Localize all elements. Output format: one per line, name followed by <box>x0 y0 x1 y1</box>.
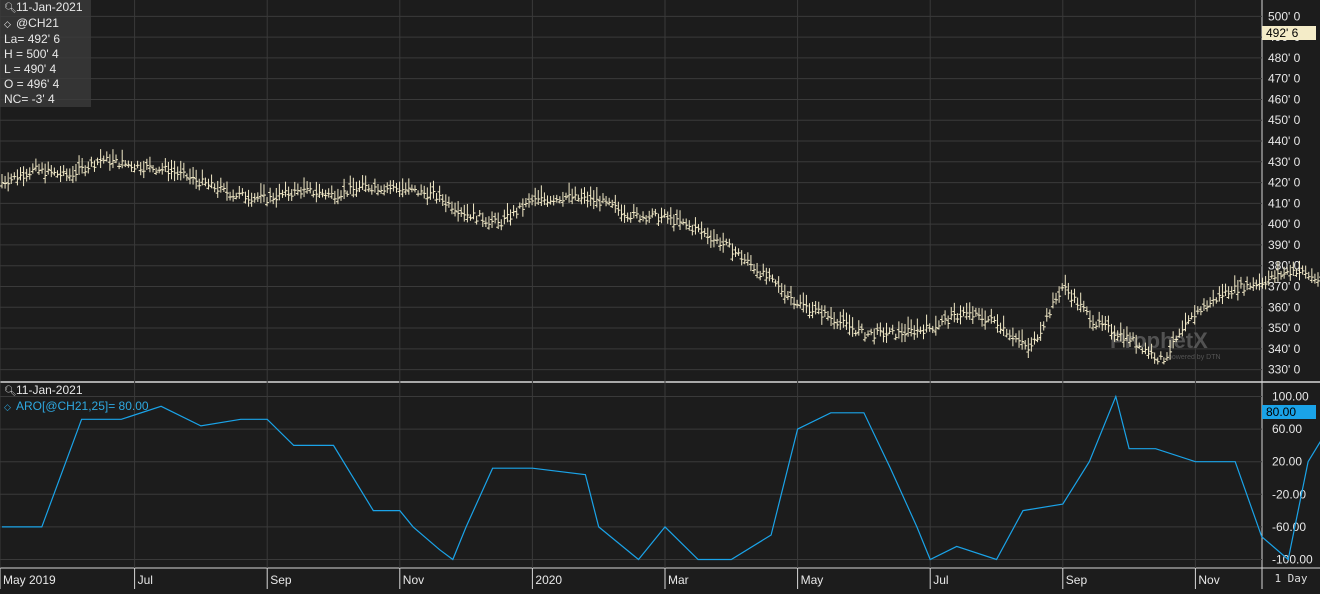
last-price: La= 492' 6 <box>4 32 61 46</box>
chart-background <box>0 0 1320 589</box>
watermark-sub: powered by DTN <box>1168 354 1221 361</box>
price-tick-label: 370' 0 <box>1268 279 1301 293</box>
indicator-tick-label: -60.00 <box>1272 520 1306 534</box>
diamond-icon: ◇ <box>4 402 11 412</box>
x-tick-label: Nov <box>403 573 424 587</box>
x-tick-label: Mar <box>668 573 689 587</box>
indicator-value-tag: 80.00 <box>1262 405 1316 419</box>
x-tick-label: Jul <box>933 573 948 587</box>
indicator-label: ARO[@CH21,25]= 80.00 <box>16 399 149 413</box>
x-tick-label: Sep <box>270 573 292 587</box>
price-date: 11-Jan-2021 <box>16 0 83 14</box>
price-tick-label: 390' 0 <box>1268 238 1301 252</box>
price-tick-label: 420' 0 <box>1268 176 1301 190</box>
price-date-row: 🔍︎11-Jan-2021 <box>0 0 91 16</box>
period-selector[interactable]: 1 Day <box>1262 569 1320 589</box>
x-tick-label: May <box>801 573 824 587</box>
price-tick-label: 410' 0 <box>1268 196 1301 210</box>
indicator-tick-label: 20.00 <box>1272 455 1302 469</box>
price-tick-label: 440' 0 <box>1268 134 1301 148</box>
magnifier-icon[interactable]: 🔍︎ <box>4 1 17 16</box>
net-change: NC= -3' 4 <box>4 92 55 106</box>
price-tick-label: 360' 0 <box>1268 300 1301 314</box>
symbol-label: @CH21 <box>16 16 59 30</box>
last-price-tag: 492' 6 <box>1262 26 1316 40</box>
x-tick-label: Jul <box>138 573 153 587</box>
price-tick-label: 340' 0 <box>1268 342 1301 356</box>
magnifier-icon[interactable]: 🔍︎ <box>4 384 17 399</box>
price-tick-label: 330' 0 <box>1268 363 1301 377</box>
price-tick-label: 460' 0 <box>1268 92 1301 106</box>
indicator-date: 11-Jan-2021 <box>16 383 83 397</box>
price-tick-label: 400' 0 <box>1268 217 1301 231</box>
price-tick-label: 430' 0 <box>1268 155 1301 169</box>
price-tick-label: 350' 0 <box>1268 321 1301 335</box>
price-info-panel: 🔍︎11-Jan-2021 ◇ @CH21 La= 492' 6 H = 500'… <box>0 0 91 107</box>
x-tick-label: 2020 <box>535 573 562 587</box>
price-tick-label: 470' 0 <box>1268 72 1301 86</box>
indicator-date-row: 🔍︎11-Jan-2021 <box>0 383 170 399</box>
indicator-row: ◇ ARO[@CH21,25]= 80.00 <box>0 399 170 415</box>
indicator-tick-label: 60.00 <box>1272 422 1302 436</box>
x-tick-label: Sep <box>1066 573 1088 587</box>
indicator-info-panel: 🔍︎11-Jan-2021 ◇ ARO[@CH21,25]= 80.00 <box>0 383 170 413</box>
chart-canvas[interactable]: May 2019 Jul Sep Nov 2020 Mar May Jul Sep Nov 500'… <box>0 0 1320 589</box>
chart-area[interactable]: May 2019 Jul Sep Nov 2020 Mar May Jul Sep Nov 500'… <box>0 0 1320 589</box>
open-price: O = 496' 4 <box>4 77 60 91</box>
low-price: L = 490' 4 <box>4 62 57 76</box>
price-tick-label: 450' 0 <box>1268 113 1301 127</box>
indicator-tick-label: -100.00 <box>1272 552 1313 566</box>
x-tick-label: May 2019 <box>3 573 56 587</box>
high-price: H = 500' 4 <box>4 47 59 61</box>
symbol-row: ◇ @CH21 <box>0 16 91 32</box>
x-tick-label: Nov <box>1198 573 1219 587</box>
diamond-icon: ◇ <box>4 19 11 29</box>
indicator-tick-label: 100.00 <box>1272 390 1309 404</box>
price-tick-label: 480' 0 <box>1268 51 1301 65</box>
price-tick-label: 500' 0 <box>1268 9 1301 23</box>
